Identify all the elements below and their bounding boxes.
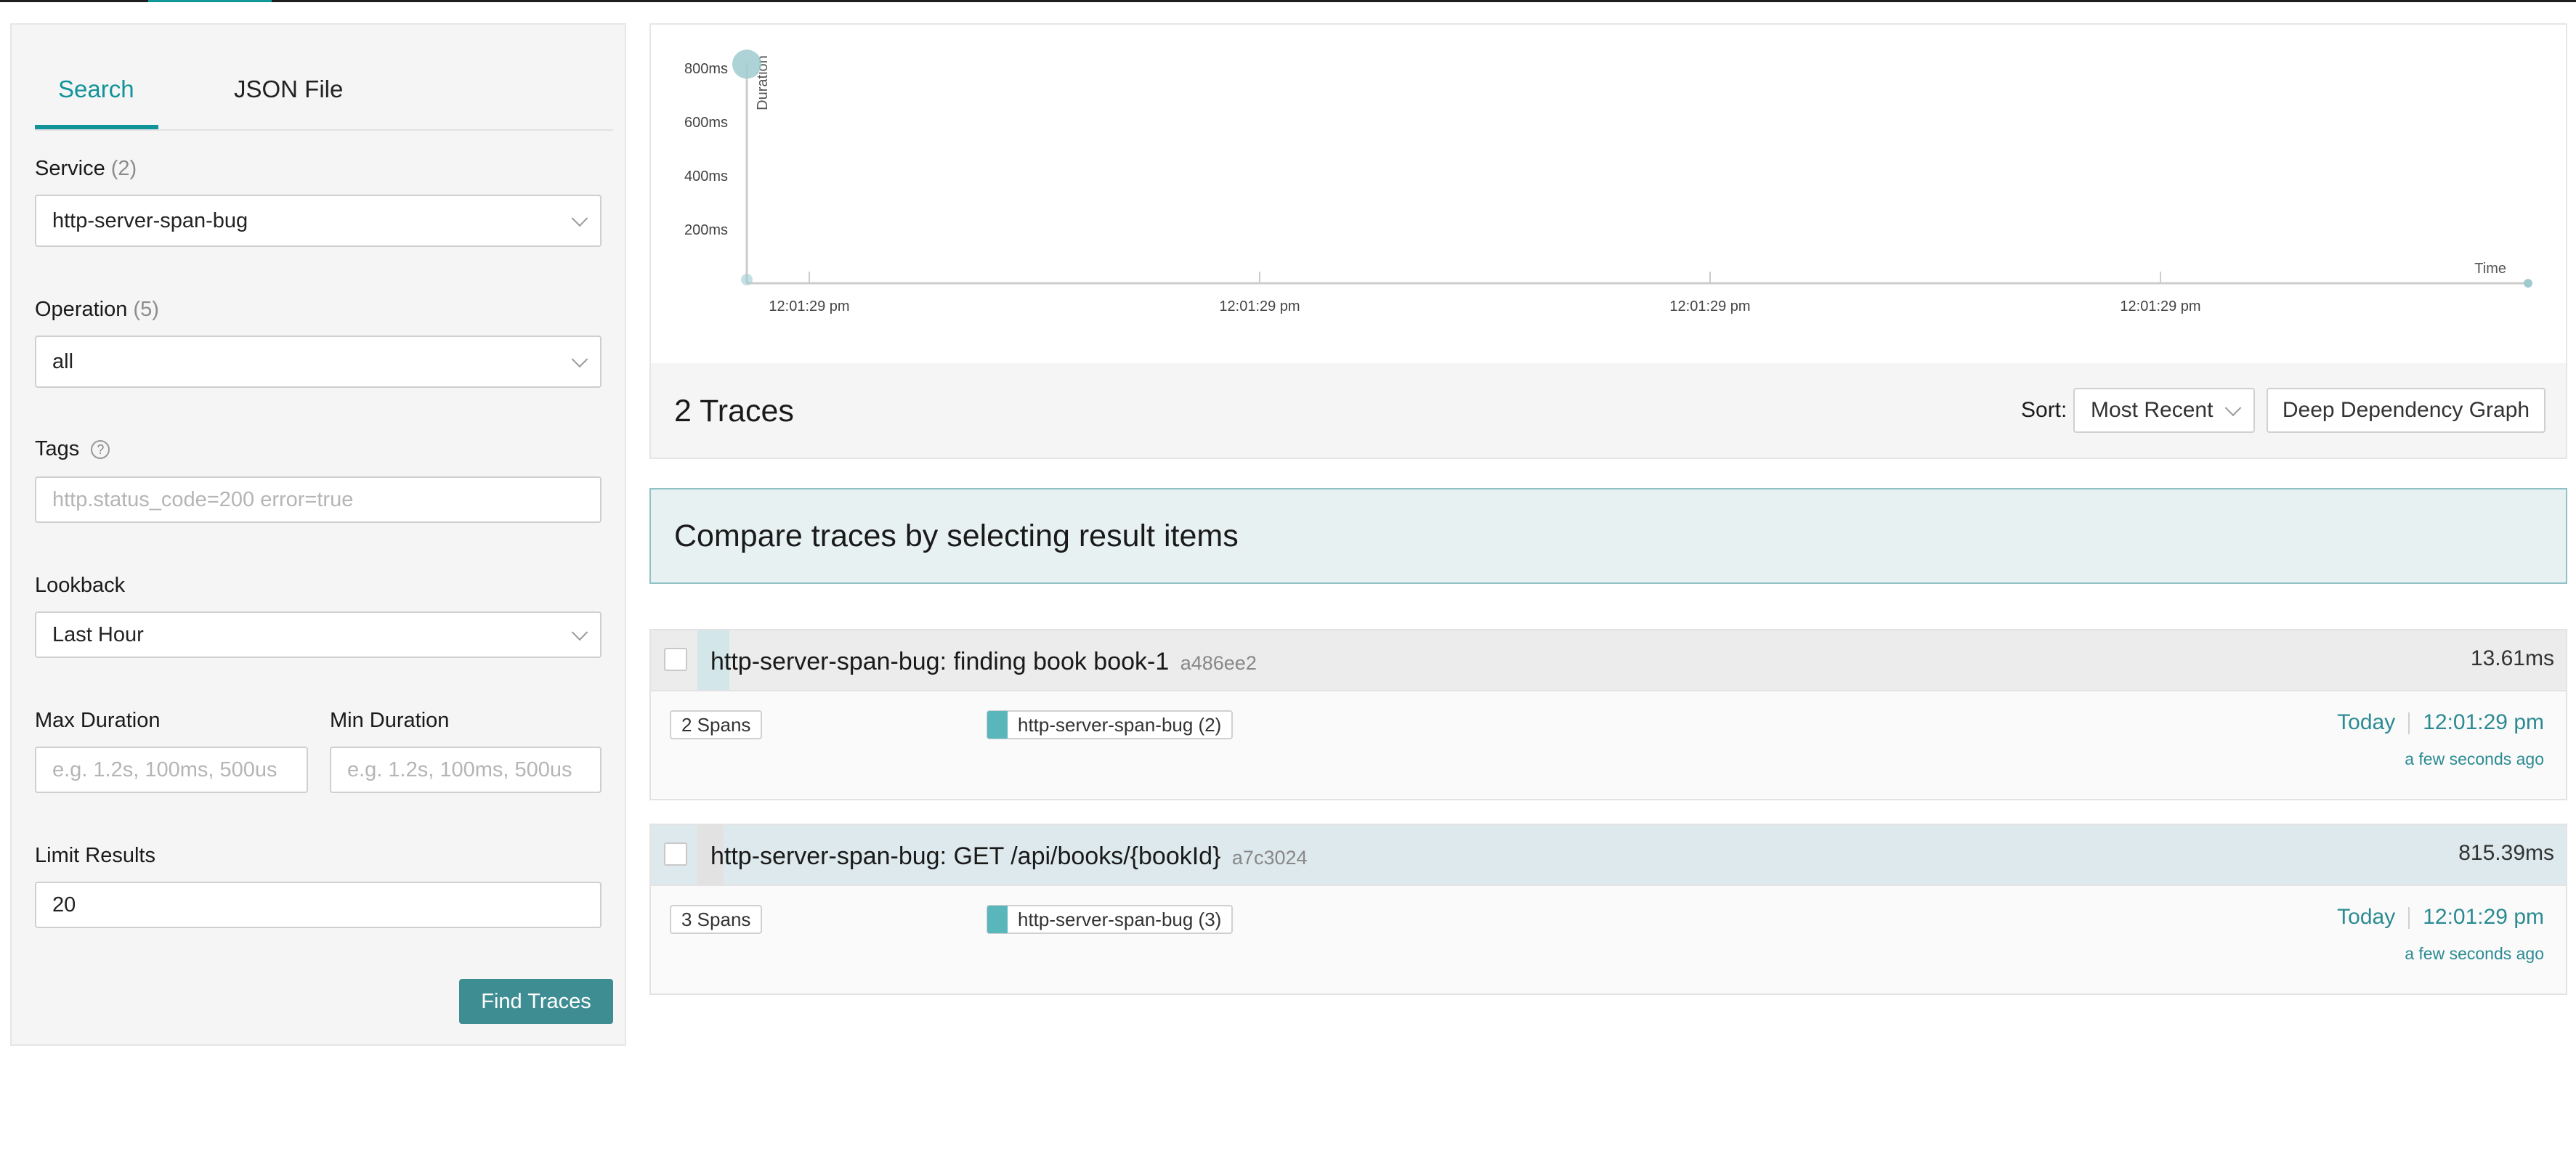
- y-tick-label: 600ms: [684, 115, 728, 131]
- trace-item-header[interactable]: http-server-span-bug: GET /api/books/{bo…: [651, 825, 2566, 886]
- limit-results-label: Limit Results: [35, 844, 155, 867]
- trace-duration: 13.61ms: [2470, 646, 2554, 670]
- trace-name: http-server-span-bug: GET /api/books/{bo…: [710, 842, 1221, 870]
- trace-item[interactable]: http-server-span-bug: finding book book-…: [649, 629, 2567, 800]
- max-duration-label: Max Duration: [35, 709, 161, 732]
- operation-select[interactable]: all: [35, 336, 602, 388]
- operation-select-value: all: [52, 350, 74, 373]
- sort-label: Sort:: [2021, 398, 2067, 422]
- service-tag-label: http-server-span-bug (2): [1018, 714, 1222, 736]
- trace-id: a486ee2: [1180, 652, 1257, 674]
- find-traces-button[interactable]: Find Traces: [459, 979, 613, 1024]
- lookback-select[interactable]: Last Hour: [35, 612, 602, 658]
- service-label: Service (2): [35, 157, 137, 181]
- service-label-text: Service: [35, 157, 105, 180]
- divider: [2408, 712, 2410, 735]
- x-tick-label: 12:01:29 pm: [1219, 298, 1300, 314]
- trace-title[interactable]: http-server-span-bug: GET /api/books/{bo…: [710, 842, 1308, 871]
- trace-title[interactable]: http-server-span-bug: finding book book-…: [710, 648, 1257, 676]
- help-icon[interactable]: ?: [91, 440, 110, 460]
- trace-select-checkbox[interactable]: [664, 842, 687, 866]
- trace-relative-time: a few seconds ago: [2405, 944, 2544, 963]
- duration-scatter-plot[interactable]: 800ms 600ms 400ms 200ms 12:01:29 pm 12:01:29…: [651, 25, 2566, 363]
- trace-point[interactable]: [732, 49, 761, 79]
- trace-duration: 815.39ms: [2458, 841, 2554, 865]
- active-tab-indicator: [35, 125, 158, 129]
- trace-start-time: Today 12:01:29 pm: [2337, 710, 2544, 735]
- lookback-label: Lookback: [35, 574, 126, 597]
- service-tag-label: http-server-span-bug (3): [1018, 909, 1222, 930]
- service-select-value: http-server-span-bug: [52, 209, 248, 232]
- chevron-down-icon: [2224, 399, 2242, 417]
- deep-dependency-graph-button[interactable]: Deep Dependency Graph: [2267, 388, 2545, 433]
- y-tick-label: 400ms: [684, 168, 728, 184]
- compare-banner: Compare traces by selecting result items: [649, 488, 2567, 584]
- service-color-swatch: [987, 906, 1008, 933]
- lookback-select-value: Last Hour: [52, 623, 144, 646]
- sort-select-value: Most Recent: [2091, 398, 2214, 422]
- operation-label-text: Operation: [35, 298, 128, 321]
- trace-time: 12:01:29 pm: [2423, 710, 2544, 734]
- trace-item-header[interactable]: http-server-span-bug: finding book book-…: [651, 630, 2566, 691]
- trace-time: 12:01:29 pm: [2423, 905, 2544, 929]
- y-tick-label: 800ms: [684, 61, 728, 77]
- tags-input[interactable]: http.status_code=200 error=true: [35, 476, 602, 523]
- trace-relative-time: a few seconds ago: [2405, 749, 2544, 768]
- min-duration-label: Min Duration: [330, 709, 450, 732]
- compare-banner-text: Compare traces by selecting result items: [674, 519, 1239, 553]
- x-tick-label: 12:01:29 pm: [2120, 298, 2200, 314]
- limit-results-input[interactable]: 20: [35, 882, 602, 928]
- trace-day: Today: [2337, 905, 2396, 929]
- span-count-badge: 3 Spans: [670, 905, 763, 934]
- service-tag: http-server-span-bug (2): [987, 710, 1234, 739]
- span-count-badge: 2 Spans: [670, 710, 763, 739]
- chevron-down-icon: [571, 624, 588, 641]
- top-nav-active-indicator: [148, 0, 272, 2]
- service-tag: http-server-span-bug (3): [987, 905, 1234, 934]
- x-axis-end-marker: [2524, 279, 2532, 288]
- trace-name: http-server-span-bug: finding book book-…: [710, 648, 1170, 675]
- y-tick-label: 200ms: [684, 222, 728, 238]
- service-color-swatch: [987, 711, 1008, 739]
- trace-start-time: Today 12:01:29 pm: [2337, 905, 2544, 930]
- tab-json-file[interactable]: JSON File: [234, 76, 343, 103]
- top-nav-border: [0, 0, 2576, 2]
- sort-select[interactable]: Most Recent: [2073, 388, 2255, 433]
- trace-point[interactable]: [741, 273, 753, 285]
- tags-label-text: Tags: [35, 437, 80, 460]
- x-tick-label: 12:01:29 pm: [1669, 298, 1750, 314]
- divider: [2408, 907, 2410, 930]
- trace-item[interactable]: http-server-span-bug: GET /api/books/{bo…: [649, 824, 2567, 995]
- traces-count-title: 2 Traces: [674, 394, 794, 428]
- scatter-plot-panel: 800ms 600ms 400ms 200ms 12:01:29 pm 12:01:29…: [649, 23, 2567, 365]
- service-count: (2): [110, 157, 137, 180]
- tags-label: Tags ?: [35, 437, 110, 461]
- results-header: 2 Traces Sort: Most Recent Deep Dependen…: [649, 363, 2567, 459]
- trace-day: Today: [2337, 710, 2396, 734]
- operation-label: Operation (5): [35, 298, 159, 322]
- tab-search[interactable]: Search: [58, 76, 134, 103]
- trace-select-checkbox[interactable]: [664, 648, 687, 671]
- trace-id: a7c3024: [1231, 847, 1308, 869]
- operation-count: (5): [133, 298, 159, 321]
- chevron-down-icon: [571, 210, 588, 227]
- max-duration-input[interactable]: e.g. 1.2s, 100ms, 500us: [35, 747, 308, 793]
- x-tick-label: 12:01:29 pm: [769, 298, 849, 314]
- search-tabs: Search JSON File: [35, 25, 613, 131]
- min-duration-input[interactable]: e.g. 1.2s, 100ms, 500us: [330, 747, 602, 793]
- chevron-down-icon: [571, 351, 588, 368]
- search-sidebar: Search JSON File Service (2) http-server…: [10, 23, 626, 1046]
- x-axis-label: Time: [2474, 261, 2506, 277]
- service-select[interactable]: http-server-span-bug: [35, 195, 602, 247]
